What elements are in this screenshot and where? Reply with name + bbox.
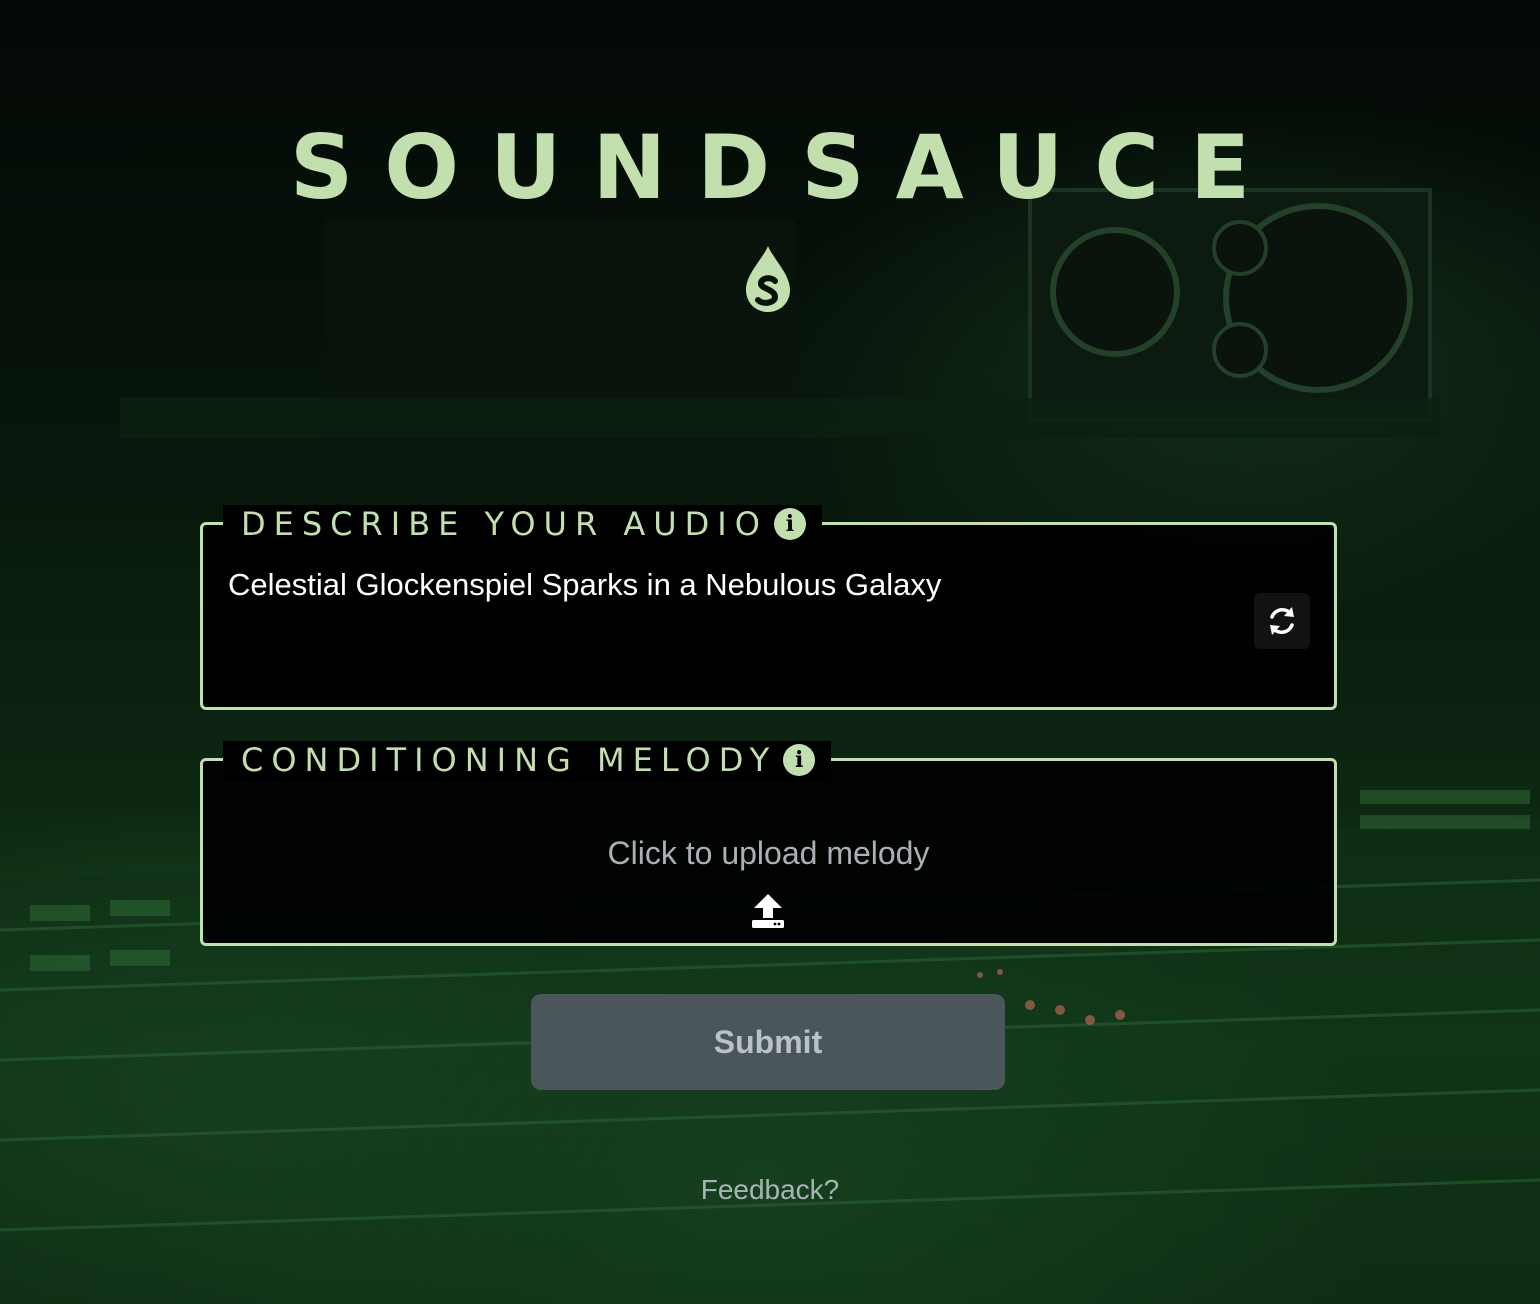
describe-audio-label: DESCRIBE YOUR AUDIO (241, 505, 768, 543)
describe-audio-legend: DESCRIBE YOUR AUDIO i (223, 505, 822, 543)
submit-button[interactable]: Submit (531, 994, 1005, 1090)
info-icon[interactable]: i (783, 744, 816, 776)
info-icon[interactable]: i (773, 508, 806, 540)
conditioning-melody-panel[interactable]: CONDITIONING MELODY i Click to upload me… (200, 741, 1337, 946)
sauce-drop-s-logo-icon (744, 244, 792, 314)
feedback-link[interactable]: Feedback? (0, 1172, 1540, 1208)
conditioning-melody-label: CONDITIONING MELODY (241, 741, 778, 779)
upload-icon[interactable] (751, 893, 785, 929)
refresh-prompt-button[interactable] (1254, 593, 1310, 649)
upload-melody-text[interactable]: Click to upload melody (203, 833, 1334, 873)
audio-description-input[interactable]: Celestial Glockenspiel Sparks in a Nebul… (228, 567, 941, 603)
refresh-icon (1270, 607, 1294, 635)
app-title: SOUNDSAUCE (289, 116, 1282, 219)
describe-audio-panel: DESCRIBE YOUR AUDIO i Celestial Glockens… (200, 505, 1337, 710)
conditioning-melody-legend: CONDITIONING MELODY i (223, 741, 832, 779)
